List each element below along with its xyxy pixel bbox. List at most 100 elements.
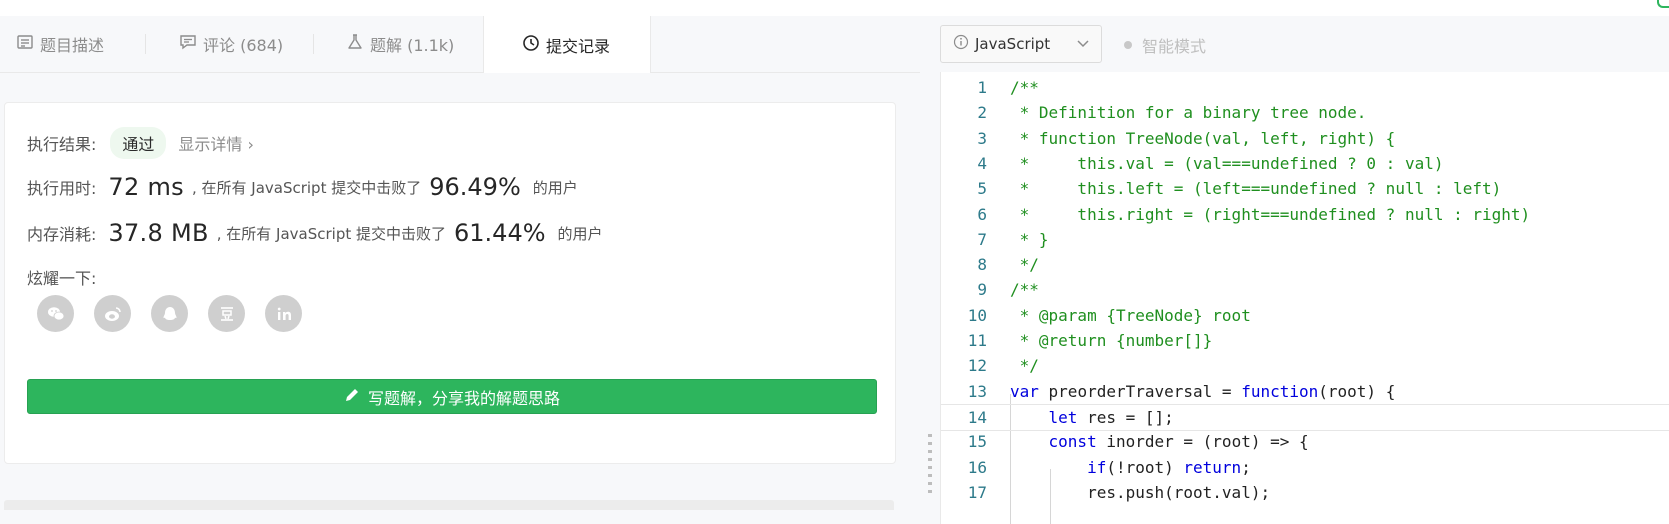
memory-row: 内存消耗: 37.8 MB , 在所有 JavaScript 提交中击败了 61… bbox=[27, 219, 603, 247]
chevron-down-icon bbox=[1077, 37, 1089, 51]
code-line[interactable]: 5 * this.left = (left===undefined ? null… bbox=[941, 176, 1669, 201]
wechat-icon[interactable] bbox=[37, 295, 74, 332]
status-badge: 通过 bbox=[110, 127, 167, 159]
code-line[interactable]: 17 res.push(root.val); bbox=[941, 480, 1669, 505]
tab-solutions[interactable]: 题解 (1.1k) bbox=[330, 16, 470, 72]
code-line[interactable]: 3 * function TreeNode(val, left, right) … bbox=[941, 126, 1669, 151]
memory-label: 内存消耗: bbox=[27, 225, 97, 244]
code-text: /** bbox=[1010, 78, 1039, 97]
share-label-row: 炫耀一下: bbox=[27, 265, 96, 289]
code-line[interactable]: 15 const inorder = (root) => { bbox=[941, 429, 1669, 454]
code-line[interactable]: 10 * @param {TreeNode} root bbox=[941, 303, 1669, 328]
code-text: * this.val = (val===undefined ? 0 : val) bbox=[1010, 153, 1444, 173]
code-line[interactable]: 8 */ bbox=[941, 252, 1669, 277]
line-number: 7 bbox=[977, 229, 987, 249]
tab-solutions-label: 题解 (1.1k) bbox=[370, 36, 455, 55]
status-row: 执行结果: 通过 显示详情 › bbox=[27, 127, 254, 159]
line-number: 11 bbox=[967, 331, 987, 350]
qq-icon[interactable] bbox=[151, 295, 188, 332]
code-line[interactable]: 2 * Definition for a binary tree node. bbox=[941, 100, 1669, 125]
line-number: 8 bbox=[977, 255, 987, 275]
tab-description[interactable]: 题目描述 bbox=[0, 16, 120, 72]
write-solution-label: 写题解，分享我的解题思路 bbox=[367, 388, 560, 408]
code-line[interactable]: 1 /** bbox=[941, 75, 1669, 100]
write-solution-button[interactable]: 写题解，分享我的解题思路 bbox=[27, 379, 877, 414]
description-icon bbox=[16, 33, 34, 55]
status-label: 执行结果: bbox=[27, 135, 97, 154]
code-text: */ bbox=[1010, 255, 1039, 275]
line-number: 10 bbox=[967, 305, 987, 325]
show-details-link[interactable]: 显示详情 › bbox=[178, 131, 254, 155]
editor-panel: JavaScript 智能模式 1 /** 2 * Definition for a… bbox=[940, 16, 1669, 524]
douban-icon[interactable] bbox=[208, 295, 245, 332]
code-editor[interactable]: 1 /** 2 * Definition for a binary tree nod… bbox=[940, 72, 1669, 524]
line-number: 13 bbox=[967, 381, 987, 401]
corner-indicator bbox=[1657, 0, 1669, 8]
tab-bar: 题目描述 评论 (684) 题解 (1.1k) 提交记录 bbox=[0, 16, 920, 73]
clock-icon bbox=[522, 34, 540, 56]
code-text: let res = []; bbox=[1048, 407, 1174, 427]
tab-divider bbox=[145, 34, 146, 54]
comment-icon bbox=[179, 33, 197, 55]
code-line[interactable]: 7 * } bbox=[941, 227, 1669, 252]
runtime-tail: 的用户 bbox=[532, 178, 578, 197]
code-line[interactable]: 13 var preorderTraversal = function(root)… bbox=[941, 379, 1669, 404]
mode-dot-icon bbox=[1124, 41, 1132, 49]
code-text: * Definition for a binary tree node. bbox=[1010, 103, 1367, 123]
top-bar bbox=[0, 0, 1669, 17]
tab-submissions-label: 提交记录 bbox=[546, 36, 611, 56]
code-line[interactable]: 9 /** bbox=[941, 277, 1669, 302]
code-text: */ bbox=[1010, 356, 1039, 376]
panel-resize-handle[interactable] bbox=[920, 16, 940, 524]
code-line[interactable]: 6 * this.right = (right===undefined ? nu… bbox=[941, 202, 1669, 227]
linkedin-icon[interactable] bbox=[265, 295, 302, 332]
line-number: 15 bbox=[967, 432, 987, 452]
tab-divider bbox=[313, 34, 314, 54]
memory-description: , 在所有 JavaScript 提交中击败了 bbox=[216, 224, 447, 243]
memory-tail: 的用户 bbox=[557, 224, 603, 243]
submission-result-card: 执行结果: 通过 显示详情 › 执行用时: 72 ms , 在所有 JavaSc… bbox=[4, 102, 896, 464]
code-text: * @return {number[]} bbox=[1010, 331, 1213, 350]
line-number: 2 bbox=[977, 103, 987, 123]
share-label: 炫耀一下: bbox=[27, 269, 97, 288]
weibo-icon[interactable] bbox=[94, 295, 131, 332]
code-text: * } bbox=[1010, 229, 1049, 249]
memory-percentile: 61.44% bbox=[454, 219, 546, 247]
share-icons bbox=[37, 295, 302, 332]
smart-mode-toggle[interactable]: 智能模式 bbox=[1124, 33, 1206, 57]
runtime-percentile: 96.49% bbox=[429, 173, 521, 201]
tab-comments[interactable]: 评论 (684) bbox=[163, 16, 299, 72]
code-line[interactable]: 11 * @return {number[]} bbox=[941, 328, 1669, 353]
tab-description-label: 题目描述 bbox=[40, 36, 105, 55]
left-panel: 题目描述 评论 (684) 题解 (1.1k) 提交记录 执行结果: 通过 显示… bbox=[0, 16, 920, 524]
editor-toolbar: JavaScript 智能模式 bbox=[940, 16, 1669, 73]
tab-comments-label: 评论 (684) bbox=[203, 36, 284, 55]
code-text: res.push(root.val); bbox=[1010, 482, 1271, 502]
language-select[interactable]: JavaScript bbox=[940, 25, 1102, 63]
code-text: const inorder = (root) => { bbox=[1048, 432, 1309, 452]
runtime-label: 执行用时: bbox=[27, 179, 97, 198]
code-text: * function TreeNode(val, left, right) { bbox=[1010, 128, 1396, 148]
memory-value: 37.8 MB bbox=[108, 219, 209, 247]
runtime-description: , 在所有 JavaScript 提交中击败了 bbox=[191, 178, 422, 197]
tab-submissions[interactable]: 提交记录 bbox=[483, 16, 651, 73]
code-line[interactable]: 4 * this.val = (val===undefined ? 0 : va… bbox=[941, 151, 1669, 176]
code-text: * this.right = (right===undefined ? null… bbox=[1010, 204, 1531, 224]
code-line[interactable]: 12 */ bbox=[941, 353, 1669, 378]
code-line[interactable]: 14 let res = []; bbox=[941, 403, 1669, 431]
info-icon bbox=[953, 34, 969, 54]
line-number: 9 bbox=[977, 280, 987, 300]
drag-handle-icon bbox=[928, 434, 932, 494]
line-number: 17 bbox=[967, 482, 987, 502]
code-text: var preorderTraversal = function(root) { bbox=[1010, 381, 1396, 401]
code-text: * @param {TreeNode} root bbox=[1010, 305, 1251, 325]
line-number: 6 bbox=[977, 204, 987, 224]
runtime-value: 72 ms bbox=[108, 173, 184, 201]
line-number: 1 bbox=[977, 78, 987, 97]
line-number: 3 bbox=[977, 128, 987, 148]
code-line[interactable]: 16 if(!root) return; bbox=[941, 455, 1669, 480]
line-number: 5 bbox=[977, 179, 987, 199]
next-card-edge bbox=[4, 500, 894, 510]
line-number: 4 bbox=[977, 153, 987, 173]
language-value: JavaScript bbox=[975, 35, 1051, 53]
